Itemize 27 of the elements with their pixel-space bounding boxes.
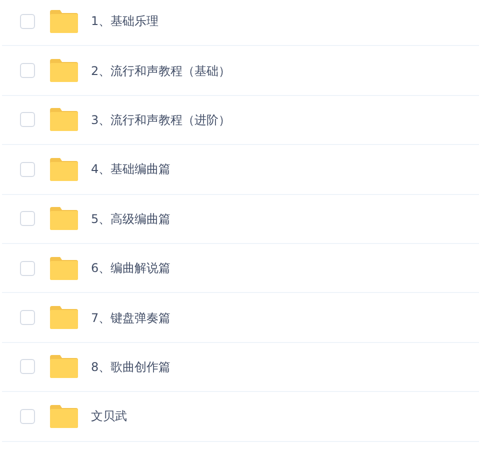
folder-name[interactable]: 2、流行和声教程（基础）	[91, 62, 231, 80]
folder-name[interactable]: 5、高级编曲篇	[91, 210, 171, 228]
folder-name[interactable]: 8、歌曲创作篇	[91, 358, 171, 376]
checkbox[interactable]	[20, 260, 35, 276]
folder-icon	[50, 158, 78, 181]
checkbox[interactable]	[20, 408, 35, 424]
checkbox[interactable]	[20, 310, 35, 326]
checkbox[interactable]	[20, 14, 35, 29]
folder-name[interactable]: 7、键盘弹奏篇	[91, 308, 171, 327]
folder-icon	[50, 59, 78, 82]
folder-icon	[50, 404, 78, 428]
folder-name[interactable]: 4、基础编曲篇	[91, 160, 171, 178]
checkbox[interactable]	[20, 162, 35, 177]
folder-name[interactable]: 6、编曲解说篇	[91, 259, 171, 278]
folder-icon	[50, 306, 78, 330]
folder-name[interactable]: 3、流行和声教程（进阶）	[91, 110, 231, 129]
checkbox[interactable]	[20, 63, 35, 78]
checkbox[interactable]	[20, 211, 35, 226]
folder-icon	[50, 256, 78, 280]
folder-name[interactable]: 文贝武	[91, 407, 127, 426]
folder-name[interactable]: 1、基础乐理	[91, 12, 159, 30]
folder-icon	[50, 207, 78, 230]
folder-icon	[50, 10, 78, 33]
checkbox[interactable]	[20, 112, 35, 128]
checkbox[interactable]	[20, 359, 35, 374]
folder-icon	[50, 355, 78, 378]
folder-icon	[50, 108, 78, 132]
